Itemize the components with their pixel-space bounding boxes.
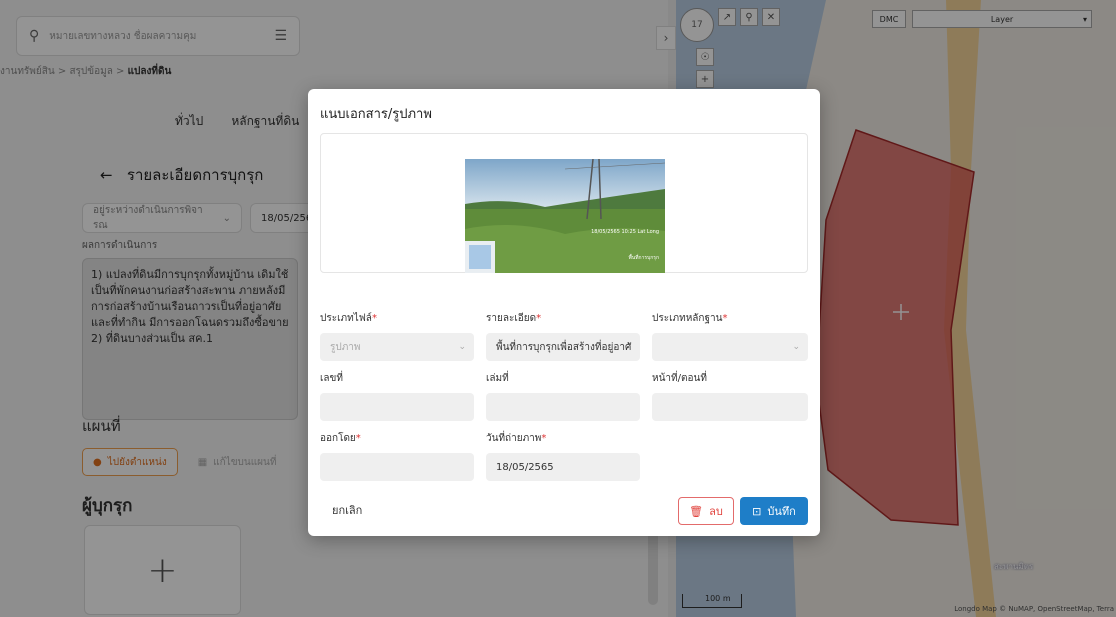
- save-button[interactable]: ⊡ บันทึก: [740, 497, 808, 525]
- chevron-down-icon: ⌄: [458, 342, 466, 352]
- issued-by-label: ออกโดย*: [320, 433, 361, 444]
- chevron-down-icon: ⌄: [792, 342, 800, 352]
- detail-label: รายละเอียด*: [486, 313, 542, 324]
- file-type-select[interactable]: รูปภาพ ⌄: [320, 333, 474, 361]
- image-preview-box: 18/05/2565 10:25 Lat Long พื้นที่การบุกร…: [320, 133, 808, 273]
- evidence-type-label: ประเภทหลักฐาน*: [652, 313, 728, 324]
- photo-date-input[interactable]: 18/05/2565: [486, 453, 640, 481]
- trash-icon: 🗑: [689, 504, 704, 518]
- book-no-input[interactable]: [486, 393, 640, 421]
- photo-caption: 18/05/2565 10:25 Lat Long: [591, 229, 659, 235]
- uploaded-photo[interactable]: 18/05/2565 10:25 Lat Long พื้นที่การบุกร…: [465, 159, 665, 273]
- book-no-label: เล่มที่: [486, 373, 509, 384]
- modal-title: แนบเอกสาร/รูปภาพ: [320, 107, 432, 122]
- file-type-label: ประเภทไฟล์*: [320, 313, 377, 324]
- issued-by-input[interactable]: [320, 453, 474, 481]
- photo-caption-2: พื้นที่การบุกรุก: [628, 255, 659, 261]
- delete-button[interactable]: 🗑 ลบ: [678, 497, 734, 525]
- page-no-label: หน้าที่/ตอนที่: [652, 373, 707, 384]
- evidence-type-select[interactable]: ⌄: [652, 333, 808, 361]
- page-no-input[interactable]: [652, 393, 808, 421]
- photo-date-label: วันที่ถ่ายภาพ*: [486, 433, 547, 444]
- number-input[interactable]: [320, 393, 474, 421]
- detail-input[interactable]: พื้นที่การบุกรุกเพื่อสร้างที่อยู่อาศั: [486, 333, 640, 361]
- attach-document-modal: แนบเอกสาร/รูปภาพ 18/05/2565 10:25 Lat Lo…: [308, 89, 820, 536]
- number-label: เลขที่: [320, 373, 343, 384]
- save-icon: ⊡: [752, 504, 762, 518]
- cancel-button[interactable]: ยกเลิก: [332, 501, 362, 519]
